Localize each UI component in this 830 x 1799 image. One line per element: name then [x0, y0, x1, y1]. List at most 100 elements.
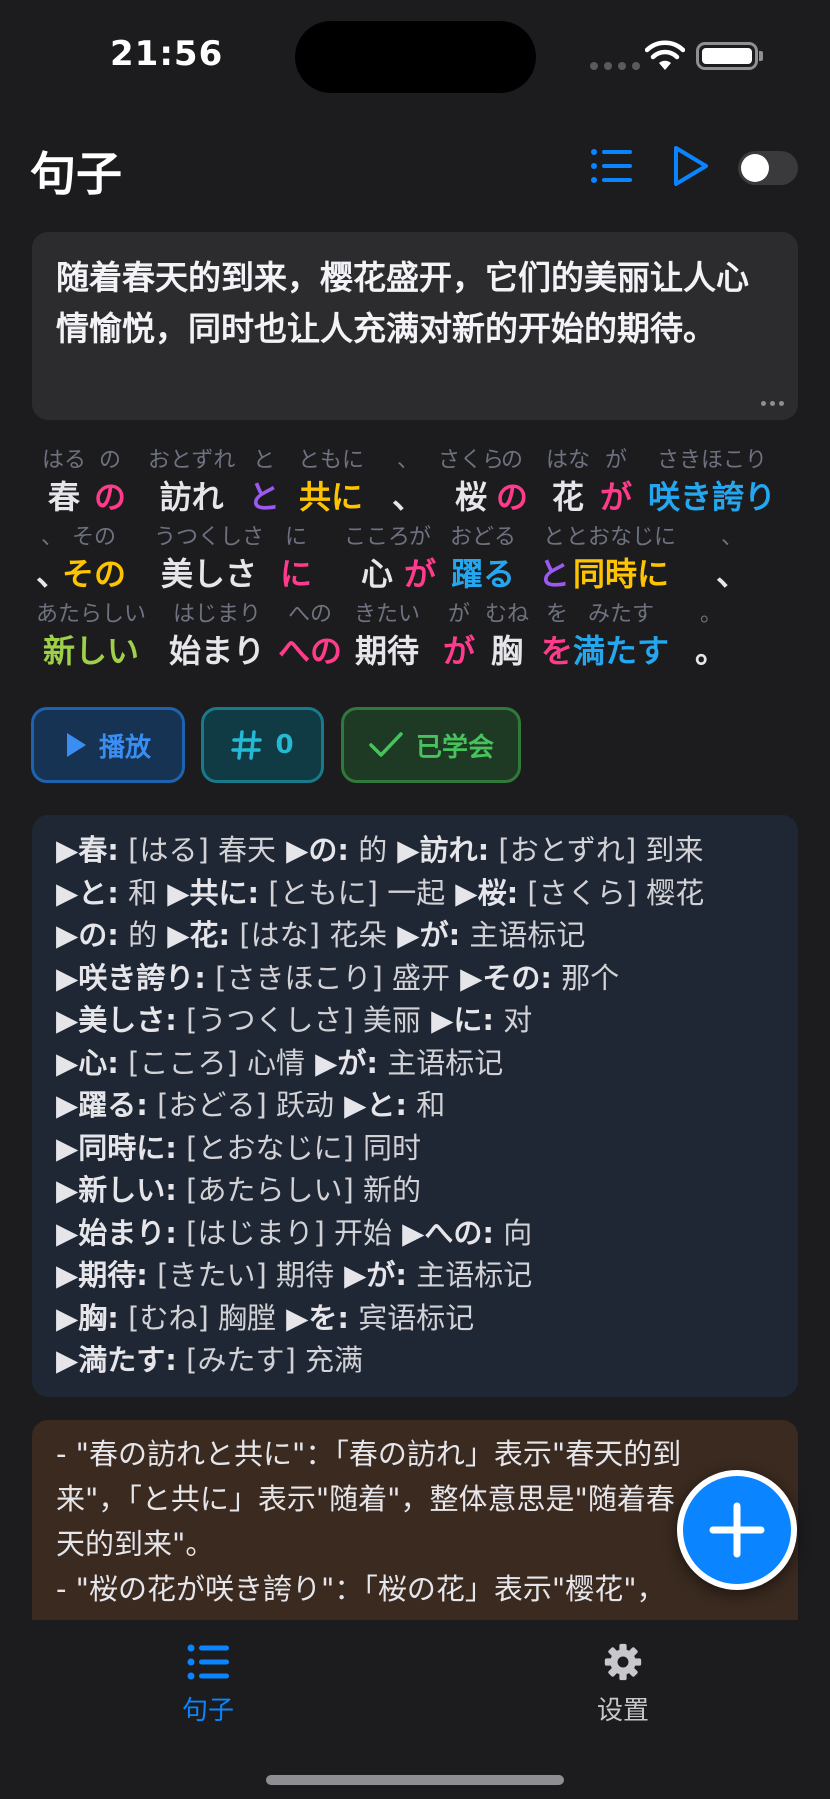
furigana-token[interactable]: がが: [443, 599, 475, 671]
furigana-token[interactable]: おとずれ 訪れ: [148, 445, 235, 517]
vocab-entry[interactable]: ▶躍る: [おどる] 跃动: [56, 1088, 334, 1122]
furigana-token[interactable]: みたす 満たす: [573, 599, 669, 671]
vocab-word: ▶花:: [157, 918, 231, 952]
vocab-entry[interactable]: ▶への: 向: [392, 1216, 532, 1250]
vocab-line: ▶胸: [むね] 胸膛 ▶を: 宾语标记: [56, 1297, 774, 1340]
vocab-entry[interactable]: ▶に: 对: [421, 1003, 532, 1037]
checkmark-icon: [369, 732, 403, 757]
furigana-reading: みたす: [588, 602, 655, 627]
furigana-token[interactable]: がが: [404, 522, 436, 594]
furigana-token[interactable]: さくら桜: [438, 445, 504, 517]
furigana-token[interactable]: うつくしさ 美しさ: [154, 522, 264, 594]
vocab-line: ▶美しさ: [うつくしさ] 美丽 ▶に: 对: [56, 999, 774, 1042]
tab-settings-label: 设置: [596, 1696, 649, 1726]
furigana-token[interactable]: はじまり 始まり: [169, 599, 265, 671]
sentence-card[interactable]: 随着春天的到来，樱花盛开，它们的美丽让人心情愉悦，同时也让人充满对新的开始的期待…: [32, 232, 798, 420]
furigana-token[interactable]: がが: [600, 445, 632, 517]
vocab-line: ▶期待: [きたい] 期待 ▶が: 主语标记: [56, 1254, 774, 1297]
play-button[interactable]: 播放: [31, 707, 185, 783]
furigana-reading: 、: [721, 525, 744, 550]
vocab-entry[interactable]: ▶心: [こころ] 心情: [56, 1046, 305, 1080]
vocab-entry[interactable]: ▶咲き誇り: [さきほこり] 盛开: [56, 961, 450, 995]
vocab-entry[interactable]: ▶美しさ: [うつくしさ] 美丽: [56, 1003, 421, 1037]
furigana-reading: 、: [397, 448, 420, 473]
vocab-word: ▶の:: [275, 833, 349, 867]
furigana-token[interactable]: とと: [248, 445, 280, 517]
vocab-entry[interactable]: ▶が: 主语标记: [334, 1258, 532, 1292]
furigana-token[interactable]: はる春: [42, 445, 86, 517]
furigana-token[interactable]: むね胸: [485, 599, 529, 671]
furigana-word: を: [541, 632, 574, 670]
vocab-entry[interactable]: ▶同時に: [とおなじに] 同时: [56, 1131, 421, 1165]
furigana-token[interactable]: にに: [280, 522, 312, 594]
vocab-entry[interactable]: ▶春: [はる] 春天: [56, 833, 276, 867]
vocab-entry[interactable]: ▶が: 主语标记: [305, 1046, 503, 1080]
review-count-button[interactable]: 0: [201, 707, 324, 783]
vocab-entry[interactable]: ▶その: 那个: [450, 961, 619, 995]
vocab-word: ▶咲き誇り:: [56, 960, 206, 995]
vocab-entry[interactable]: ▶の: 的: [56, 918, 157, 952]
furigana-token[interactable]: その その: [62, 522, 126, 594]
auto-play-toggle[interactable]: [738, 151, 798, 185]
add-sentence-button[interactable]: [677, 1470, 797, 1590]
vocab-definition: [うつくしさ] 美丽: [176, 1003, 421, 1037]
tab-settings[interactable]: 设置: [563, 1642, 683, 1727]
furigana-token[interactable]: をを: [541, 599, 573, 671]
vocab-word: ▶同時に:: [56, 1130, 177, 1165]
vocab-entry[interactable]: ▶期待: [きたい] 期待: [56, 1258, 334, 1292]
vocab-entry[interactable]: ▶始まり: [はじまり] 开始: [56, 1216, 392, 1250]
furigana-reading: が: [409, 525, 432, 550]
gear-icon: [604, 1643, 642, 1681]
vocab-definition: [さくら] 樱花: [518, 875, 705, 910]
furigana-token[interactable]: おどる 躍る: [450, 522, 516, 594]
tab-sentences[interactable]: 句子: [148, 1642, 268, 1727]
vocab-entry[interactable]: ▶共に: [ともに] 一起: [157, 876, 445, 910]
vocab-entry[interactable]: ▶新しい: [あたらしい] 新的: [56, 1173, 421, 1207]
vocab-entry[interactable]: ▶と: 和: [56, 876, 157, 910]
learned-button[interactable]: 已学会: [341, 707, 521, 783]
wifi-icon: [645, 40, 685, 70]
vocab-line: ▶の: 的 ▶花: [はな] 花朵 ▶が: 主语标记: [56, 914, 774, 957]
vocab-entry[interactable]: ▶胸: [むね] 胸膛: [56, 1301, 276, 1335]
list-icon[interactable]: [590, 146, 632, 186]
furigana-token[interactable]: はな花: [546, 445, 590, 517]
vocab-entry[interactable]: ▶訪れ: [おとずれ] 到来: [387, 833, 703, 867]
furigana-token[interactable]: あたらしい 新しい: [36, 599, 146, 671]
vocab-word: ▶を:: [275, 1300, 349, 1335]
vocab-definition: 的: [348, 833, 388, 867]
furigana-token[interactable]: こころ心: [344, 522, 410, 594]
cellular-signal-icon: [590, 62, 640, 70]
furigana-token[interactable]: のの: [94, 445, 126, 517]
vocab-entry[interactable]: ▶満たす: [みたす] 充满: [56, 1343, 363, 1377]
furigana-token[interactable]: 、、: [392, 445, 424, 517]
more-icon[interactable]: [761, 401, 784, 406]
furigana-reading: むね: [485, 602, 530, 627]
furigana-token[interactable]: きたい 期待: [354, 599, 420, 671]
plus-icon: [709, 1502, 765, 1558]
vocab-entry[interactable]: ▶と: 和: [334, 1088, 445, 1122]
vocab-entry[interactable]: ▶が: 主语标记: [387, 918, 585, 952]
play-icon[interactable]: [670, 144, 710, 188]
status-bar: 21:56: [0, 0, 830, 110]
furigana-word: 咲き誇り: [648, 478, 777, 516]
vocab-entry[interactable]: ▶の: 的: [276, 833, 387, 867]
furigana-token[interactable]: のの: [496, 445, 528, 517]
furigana-reading: こころ: [344, 525, 411, 550]
furigana-token[interactable]: 。。: [695, 599, 727, 671]
furigana-word: の: [94, 478, 127, 516]
furigana-token[interactable]: への への: [278, 599, 342, 671]
furigana-token[interactable]: とおなじに 同時に: [566, 522, 676, 594]
vocab-entry[interactable]: ▶を: 宾语标记: [276, 1301, 474, 1335]
furigana-token[interactable]: ともに 共に: [298, 445, 364, 517]
vocab-word: ▶が:: [333, 1258, 407, 1292]
furigana-token[interactable]: さきほこり 咲き誇り: [648, 445, 776, 517]
vocab-word: ▶新しい:: [56, 1173, 177, 1207]
furigana-reading: おどる: [450, 525, 517, 550]
vocab-definition: 和: [118, 875, 158, 910]
furigana-token[interactable]: 、、: [716, 522, 748, 594]
vocab-entry[interactable]: ▶花: [はな] 花朵: [157, 918, 387, 952]
tab-bar: 句子 设置: [0, 1620, 830, 1799]
vocab-word: ▶が:: [304, 1045, 378, 1080]
vocab-definition: [はな] 花朵: [230, 918, 388, 952]
vocab-entry[interactable]: ▶桜: [さくら] 樱花: [445, 876, 704, 910]
